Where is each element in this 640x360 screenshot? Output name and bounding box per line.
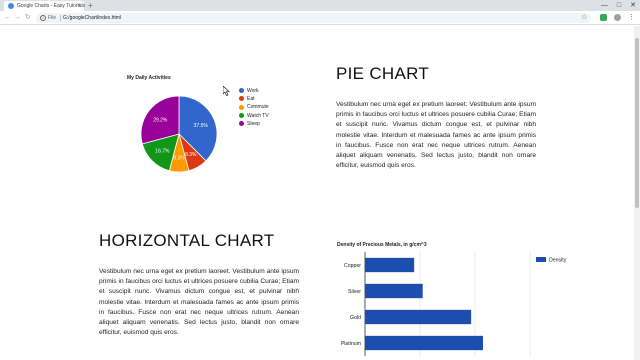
bar-silver[interactable] (365, 283, 423, 299)
pie-legend-item[interactable]: Work (239, 88, 259, 94)
category-label: Copper (344, 263, 361, 269)
tab-close-icon[interactable]: × (77, 2, 81, 10)
legend-swatch (239, 112, 244, 118)
bar-platinum[interactable] (365, 335, 483, 351)
legend-label: Commute (247, 104, 269, 111)
info-icon[interactable]: i (40, 15, 46, 21)
bar-chart-title: Density of Precious Metals, in g/cm^3 (337, 242, 427, 248)
pie-legend-item[interactable]: Eat (239, 96, 255, 102)
close-window-button[interactable]: ✕ (630, 0, 636, 11)
pie-slice-label: 37.5% (194, 123, 209, 129)
bookmark-star-icon[interactable]: ☆ (581, 12, 587, 24)
new-tab-button[interactable]: + (88, 1, 93, 10)
bar-section-heading: HORIZONTAL CHART (99, 231, 275, 250)
account-icon[interactable] (614, 14, 621, 21)
legend-label: Work (247, 88, 259, 94)
pie-legend-item[interactable]: Watch TV (239, 113, 269, 119)
pie-slice-label: 29.2% (153, 117, 168, 123)
legend-label: Sleep (247, 120, 260, 127)
minimize-button[interactable]: — (601, 0, 608, 11)
vertical-scrollbar[interactable] (634, 26, 640, 360)
pie-slice-label: 16.7% (155, 149, 170, 155)
legend-swatch (239, 120, 244, 126)
bar-chart: 0102030CopperSilverGoldPlatinumDensity (341, 252, 567, 356)
back-icon[interactable]: ← (4, 13, 11, 23)
favicon-icon (8, 3, 14, 9)
pie-section-text: Vestibulum nec urna eget ex pretium laor… (336, 101, 536, 170)
legend-swatch (239, 104, 244, 110)
address-bar[interactable]: i File G:/googleChart/index.html (36, 13, 591, 23)
legend-label: Eat (247, 96, 255, 103)
url-text[interactable]: G:/googleChart/index.html (63, 14, 121, 22)
url-scheme: File (48, 15, 57, 21)
tab-title: Google Charts - Easy Tutorials (17, 3, 86, 9)
pie-chart: 37.5%8.3%8.3%16.7%29.2% (140, 95, 218, 173)
bar-legend-label: Density (549, 258, 567, 264)
pie-legend-item[interactable]: Commute (239, 104, 269, 110)
bar-legend-swatch (536, 257, 546, 262)
bar-section-text: Vestibulum nec urna eget ex pretium laor… (99, 268, 299, 337)
pie-section-heading: PIE CHART (336, 64, 430, 83)
category-label: Platinum (341, 341, 361, 347)
browser-tab[interactable]: Google Charts - Easy Tutorials × (4, 1, 86, 11)
legend-label: Watch TV (247, 112, 269, 119)
legend-swatch (239, 88, 244, 94)
tab-bar: Google Charts - Easy Tutorials × + — □ ✕ (0, 0, 640, 11)
pie-slice-label: 8.3% (173, 155, 185, 161)
window-controls: — □ ✕ (601, 0, 636, 11)
category-label: Gold (350, 315, 361, 321)
pie-legend-item[interactable]: Sleep (239, 121, 260, 127)
bar-gold[interactable] (365, 309, 472, 325)
legend-swatch (239, 96, 244, 102)
menu-icon[interactable]: ⋮ (628, 12, 635, 24)
mouse-cursor-icon (222, 83, 230, 101)
page-content: My Daily Activities 37.5% 8.3% 8.3% 16.7% 29… (0, 26, 634, 360)
browser-window: Google Charts - Easy Tutorials × + — □ ✕… (0, 0, 640, 360)
scrollbar-thumb[interactable] (635, 38, 639, 208)
category-label: Silver (348, 289, 361, 295)
bar-copper[interactable] (365, 257, 415, 273)
forward-icon[interactable]: → (14, 13, 21, 23)
pie-slice-label: 8.3% (185, 152, 197, 158)
pie-chart-title: My Daily Activities (127, 75, 171, 81)
url-divider (60, 15, 61, 21)
maximize-button[interactable]: □ (617, 0, 621, 11)
extension-icon[interactable] (600, 14, 607, 21)
reload-icon[interactable]: ↻ (25, 13, 31, 23)
browser-toolbar: ← → ↻ i File G:/googleChart/index.html (0, 11, 640, 25)
